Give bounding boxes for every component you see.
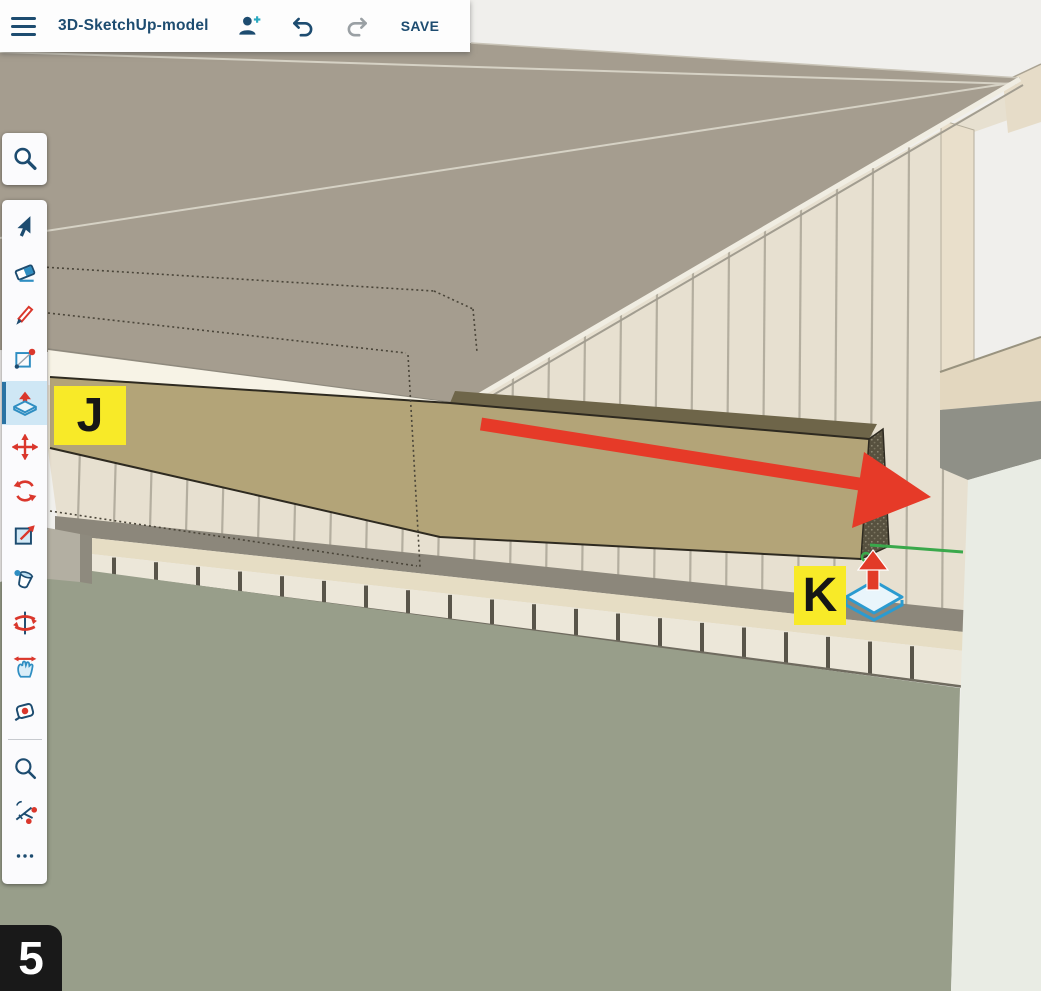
paint-bucket-tool-button[interactable] xyxy=(2,557,47,601)
save-button[interactable]: SAVE xyxy=(395,17,446,35)
move-icon xyxy=(12,434,38,460)
more-ellipsis-icon xyxy=(12,843,38,869)
step-number-badge: 5 xyxy=(0,925,62,991)
rectangle-shape-icon xyxy=(12,346,38,372)
undo-icon xyxy=(290,13,316,39)
eraser-icon xyxy=(12,258,38,284)
rotate-tool-button[interactable] xyxy=(2,469,47,513)
scale-icon xyxy=(12,522,38,548)
tape-measure-icon xyxy=(12,698,38,724)
axes-tool-button[interactable] xyxy=(2,790,47,834)
orbit-tool-button[interactable] xyxy=(2,601,47,645)
toolstrip-divider xyxy=(8,739,42,740)
shapes-tool-button[interactable] xyxy=(2,337,47,381)
add-collaborator-icon xyxy=(236,13,262,39)
line-tool-button[interactable] xyxy=(2,293,47,337)
rotate-icon xyxy=(12,478,38,504)
scale-tool-button[interactable] xyxy=(2,513,47,557)
search-icon xyxy=(11,145,39,173)
pan-tool-button[interactable] xyxy=(2,645,47,689)
document-title: 3D-SketchUp-model xyxy=(58,17,209,35)
top-bar: 3D-SketchUp-model SAVE xyxy=(0,0,470,52)
pencil-icon xyxy=(12,302,38,328)
tool-strip xyxy=(2,200,47,884)
pan-icon xyxy=(12,654,38,680)
model-viewport[interactable] xyxy=(0,0,1041,991)
callout-label-k: K xyxy=(794,566,846,625)
orbit-icon xyxy=(12,610,38,636)
select-tool-button[interactable] xyxy=(2,205,47,249)
axes-icon xyxy=(12,799,38,825)
add-collaborator-button[interactable] xyxy=(235,12,263,40)
move-tool-button[interactable] xyxy=(2,425,47,469)
callout-label-j: J xyxy=(54,386,126,445)
zoom-icon xyxy=(12,755,38,781)
undo-button[interactable] xyxy=(289,12,317,40)
more-tools-button[interactable] xyxy=(2,834,47,878)
sketchup-web-app: 3D-SketchUp-model SAVE xyxy=(0,0,1041,991)
redo-icon xyxy=(344,13,370,39)
eraser-tool-button[interactable] xyxy=(2,249,47,293)
push-pull-tool-button[interactable] xyxy=(2,381,47,425)
menu-icon[interactable] xyxy=(11,17,36,36)
push-pull-icon xyxy=(12,390,38,416)
paint-bucket-icon xyxy=(12,566,38,592)
search-tool-button[interactable] xyxy=(2,133,47,185)
zoom-tool-button[interactable] xyxy=(2,746,47,790)
tape-measure-tool-button[interactable] xyxy=(2,689,47,733)
select-icon xyxy=(12,214,38,240)
redo-button[interactable] xyxy=(343,12,371,40)
